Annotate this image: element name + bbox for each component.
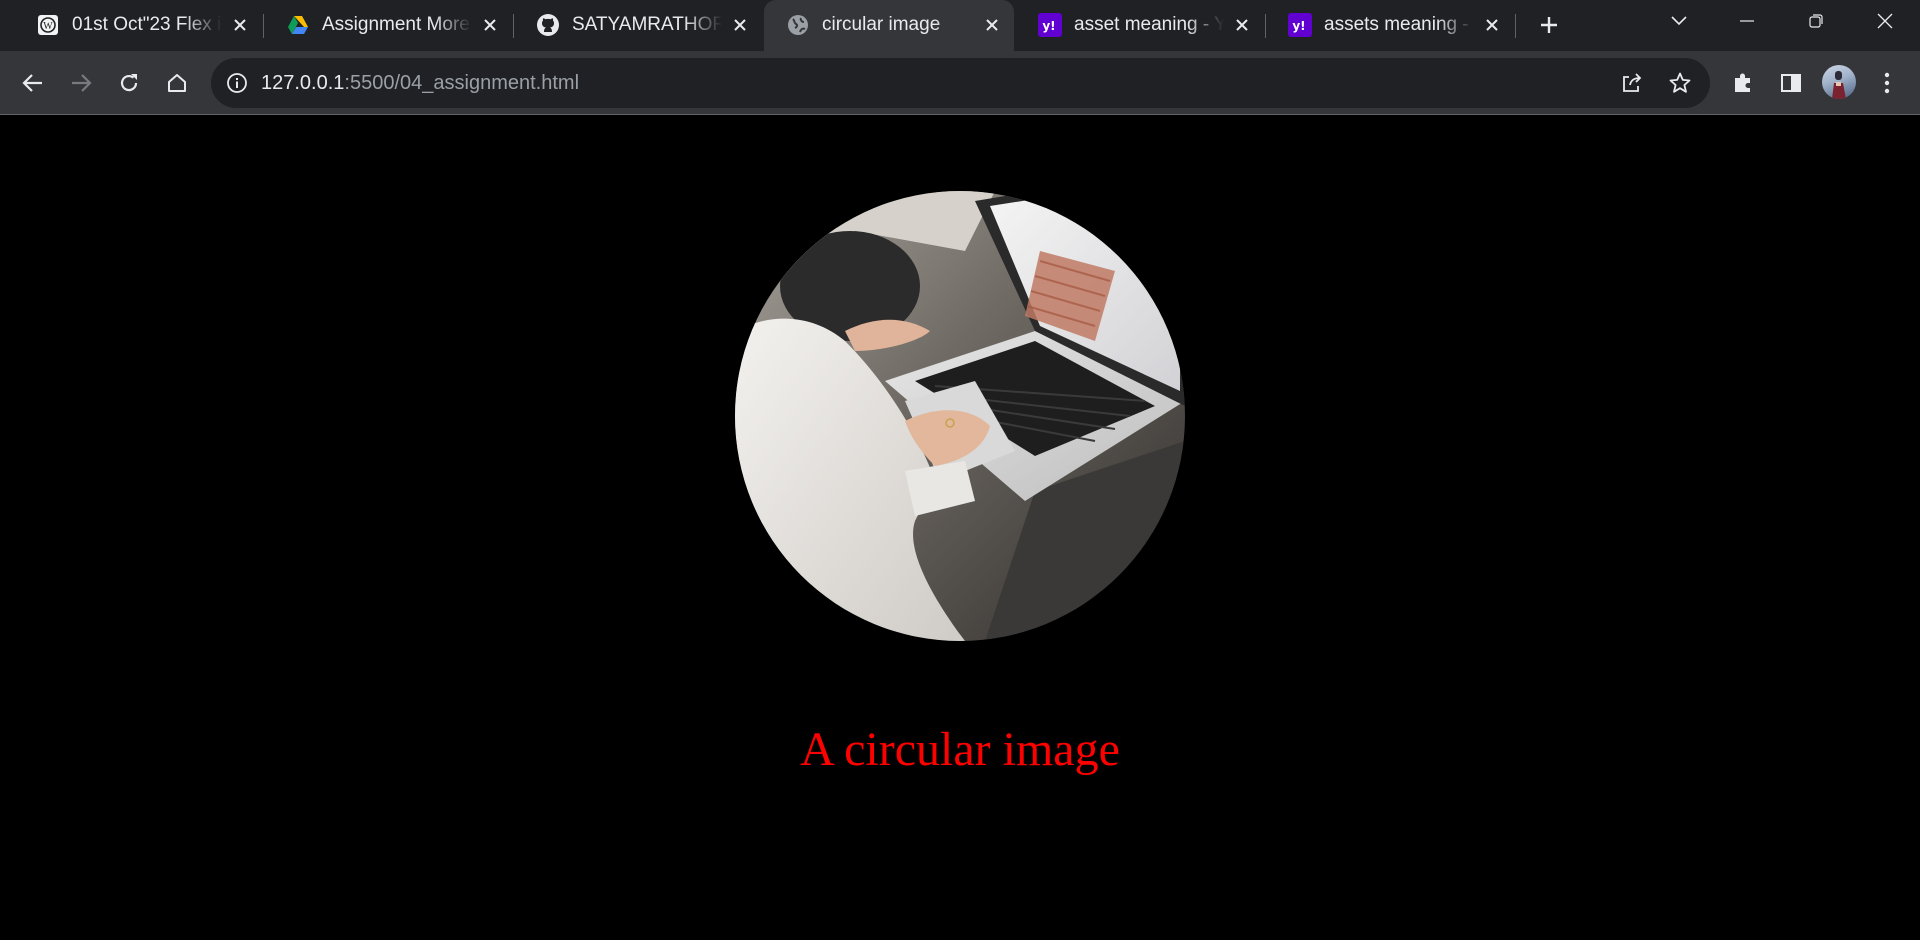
tab-title: 01st Oct"23 Flex in [72,14,222,35]
restore-button[interactable] [1788,0,1844,42]
tab-title: SATYAMRATHORE0 [572,14,722,35]
svg-text:W: W [43,21,53,32]
svg-text:y!: y! [1292,19,1305,33]
google-drive-icon [286,13,310,37]
home-button[interactable] [159,65,195,101]
close-icon[interactable] [982,15,1002,35]
star-icon[interactable] [1667,70,1693,96]
close-icon[interactable] [1232,15,1252,35]
reload-icon [120,74,138,92]
side-panel-button[interactable] [1773,65,1809,101]
circular-image [735,191,1185,641]
url-text[interactable]: 127.0.0.1:5500/04_assignment.html [261,71,579,95]
tab-search-button[interactable] [1651,0,1707,42]
arrow-left-icon [22,74,42,92]
minimize-button[interactable] [1719,0,1775,42]
close-window-button[interactable] [1857,0,1913,42]
tab-yahoo-assets-meaning[interactable]: y! assets meaning - Y [1266,0,1514,51]
plus-icon [1541,17,1557,33]
close-icon[interactable] [480,15,500,35]
address-bar[interactable]: 127.0.0.1:5500/04_assignment.html [211,58,1710,108]
tab-title: asset meaning - Ya [1074,14,1224,35]
tab-strip: W 01st Oct"23 Flex in Assignment More SA… [0,0,1920,51]
wiki-icon: W [36,13,60,37]
extensions-button[interactable] [1725,65,1761,101]
image-caption: A circular image [800,723,1120,776]
tab-yahoo-asset-meaning[interactable]: y! asset meaning - Ya [1016,0,1264,51]
tab-title: circular image [822,14,941,35]
tab-circular-image[interactable]: circular image [764,0,1014,51]
close-icon[interactable] [730,15,750,35]
yahoo-icon: y! [1038,13,1062,37]
globe-icon [786,13,810,37]
side-panel-icon [1781,74,1801,92]
browser-toolbar: 127.0.0.1:5500/04_assignment.html [0,51,1920,115]
tab-separator [1515,14,1516,38]
yahoo-icon: y! [1288,13,1312,37]
avatar[interactable] [1822,65,1856,99]
restore-icon [1809,14,1823,28]
puzzle-icon [1735,73,1750,92]
tab-google-drive[interactable]: Assignment More [264,0,512,51]
info-icon[interactable] [225,71,249,95]
url-path: :5500/04_assignment.html [344,72,580,94]
menu-button[interactable] [1869,65,1905,101]
github-icon [536,13,560,37]
tab-wiki[interactable]: W 01st Oct"23 Flex in [14,0,262,51]
page-viewport: A circular image [0,115,1920,940]
close-icon[interactable] [1482,15,1502,35]
tab-title: assets meaning - Y [1324,14,1474,35]
tab-github[interactable]: SATYAMRATHORE0 [514,0,762,51]
more-vert-icon [1884,72,1890,94]
arrow-right-icon [72,74,92,92]
url-host: 127.0.0.1 [261,72,345,94]
close-icon[interactable] [230,15,250,35]
forward-button[interactable] [63,65,99,101]
new-tab-button[interactable] [1535,11,1563,39]
back-button[interactable] [15,65,51,101]
close-icon [1877,13,1893,29]
tab-title: Assignment More [322,14,470,35]
reload-button[interactable] [111,65,147,101]
chevron-down-icon [1671,16,1687,26]
home-icon [168,74,186,92]
minimize-icon [1740,20,1754,22]
svg-text:y!: y! [1042,19,1055,33]
share-icon[interactable] [1619,70,1645,96]
